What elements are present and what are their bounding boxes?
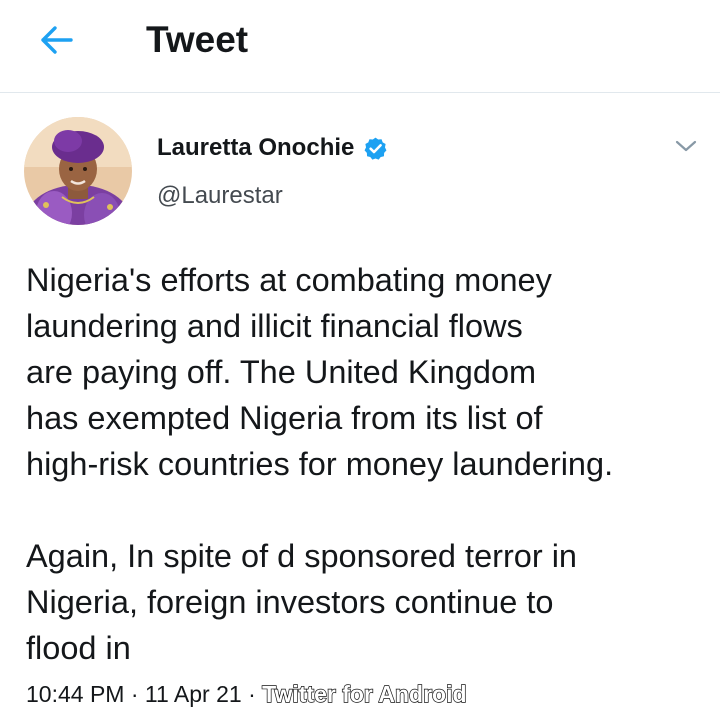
separator: · bbox=[130, 681, 139, 707]
verified-badge-icon bbox=[364, 137, 387, 160]
back-button[interactable] bbox=[34, 20, 78, 60]
tweet-menu-button[interactable] bbox=[672, 133, 700, 159]
tweet-metadata: 10:44 PM · 11 Apr 21 · Twitter for Andro… bbox=[26, 679, 467, 709]
tweet-source-link[interactable]: Twitter for Android bbox=[261, 680, 467, 707]
tweet-time: 10:44 PM bbox=[26, 681, 125, 707]
tweet-date: 11 Apr 21 bbox=[144, 681, 242, 707]
page-title: Tweet bbox=[146, 19, 249, 60]
author-display-name[interactable]: Lauretta Onochie bbox=[157, 133, 354, 163]
profile-photo bbox=[24, 117, 132, 225]
avatar[interactable] bbox=[24, 117, 132, 225]
tweet-text: Nigeria's efforts at combating money lau… bbox=[26, 262, 614, 666]
author-name-row[interactable]: Lauretta Onochie bbox=[157, 133, 388, 163]
author-handle[interactable]: @Laurestar bbox=[157, 181, 283, 211]
chevron-down-icon bbox=[675, 140, 697, 152]
separator: · bbox=[248, 681, 256, 707]
top-app-bar: Tweet bbox=[0, 0, 720, 93]
tweet-detail: Lauretta Onochie @Laurestar Nigeria's ef… bbox=[0, 93, 720, 717]
back-arrow-icon bbox=[41, 26, 73, 54]
